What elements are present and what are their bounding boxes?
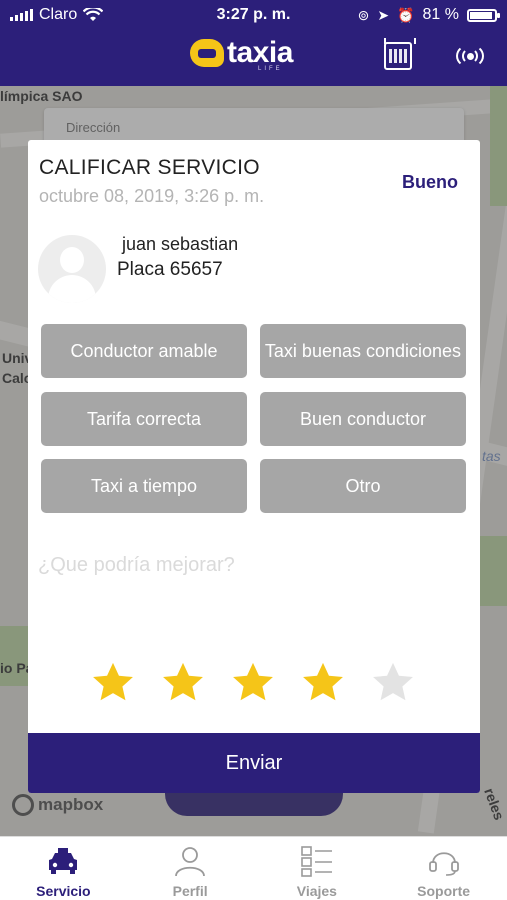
tab-label: Perfil xyxy=(172,883,208,899)
alarm-icon: ⏰ xyxy=(397,6,415,23)
tab-soporte[interactable]: Soporte xyxy=(380,837,507,900)
option-taxi-buenas-condiciones[interactable]: Taxi buenas condiciones xyxy=(260,324,466,378)
option-taxi-a-tiempo[interactable]: Taxi a tiempo xyxy=(41,459,247,513)
tab-viajes[interactable]: Viajes xyxy=(254,837,381,900)
dialog-title: CALIFICAR SERVICIO xyxy=(39,156,260,179)
list-icon xyxy=(301,846,332,877)
tab-label: Servicio xyxy=(36,883,91,899)
star-icon-3[interactable] xyxy=(230,660,276,706)
star-rating[interactable] xyxy=(90,660,416,706)
option-otro[interactable]: Otro xyxy=(260,459,466,513)
app-header: Claro 3:27 p. m. ⊚ ➤ ⏰ 81 % taxia LIFE xyxy=(0,0,507,86)
driver-avatar xyxy=(38,235,106,303)
star-icon-4[interactable] xyxy=(300,660,346,706)
taxi-pin-icon xyxy=(190,39,224,67)
bottom-tab-bar: Servicio Perfil Viajes Soporte xyxy=(0,836,507,900)
tab-perfil[interactable]: Perfil xyxy=(127,837,254,900)
headset-icon xyxy=(428,852,459,876)
brand-sub: LIFE xyxy=(258,66,283,72)
tab-label: Viajes xyxy=(296,883,337,899)
star-icon-1[interactable] xyxy=(90,660,136,706)
lock-rotation-icon: ⊚ xyxy=(357,6,370,23)
tab-label: Soporte xyxy=(417,883,471,899)
option-tarifa-correcta[interactable]: Tarifa correcta xyxy=(41,392,247,446)
submit-button[interactable]: Enviar xyxy=(28,733,480,793)
user-icon xyxy=(175,847,206,877)
broadcast-icon[interactable] xyxy=(452,44,488,68)
taxia-logo: taxia LIFE xyxy=(190,36,293,72)
taxi-icon xyxy=(49,848,78,874)
battery-percent: 81 % xyxy=(422,6,459,23)
rating-label: Bueno xyxy=(402,172,458,192)
star-icon-5[interactable] xyxy=(370,660,416,706)
status-bar: Claro 3:27 p. m. ⊚ ➤ ⏰ 81 % xyxy=(0,0,507,30)
rate-service-dialog: CALIFICAR SERVICIO octubre 08, 2019, 3:2… xyxy=(28,140,480,793)
location-arrow-icon: ➤ xyxy=(377,6,390,23)
improvement-input[interactable]: ¿Que podría mejorar? xyxy=(38,554,235,577)
star-icon-2[interactable] xyxy=(160,660,206,706)
tab-servicio[interactable]: Servicio xyxy=(0,837,127,900)
option-buen-conductor[interactable]: Buen conductor xyxy=(260,392,466,446)
brand-name: taxia xyxy=(227,36,293,69)
service-date: octubre 08, 2019, 3:26 p. m. xyxy=(39,186,265,206)
calendar-icon[interactable] xyxy=(384,38,416,70)
battery-icon xyxy=(467,8,500,22)
option-conductor-amable[interactable]: Conductor amable xyxy=(41,324,247,378)
driver-name: juan sebastian xyxy=(122,234,239,254)
driver-plate: Placa 65657 xyxy=(117,259,223,280)
